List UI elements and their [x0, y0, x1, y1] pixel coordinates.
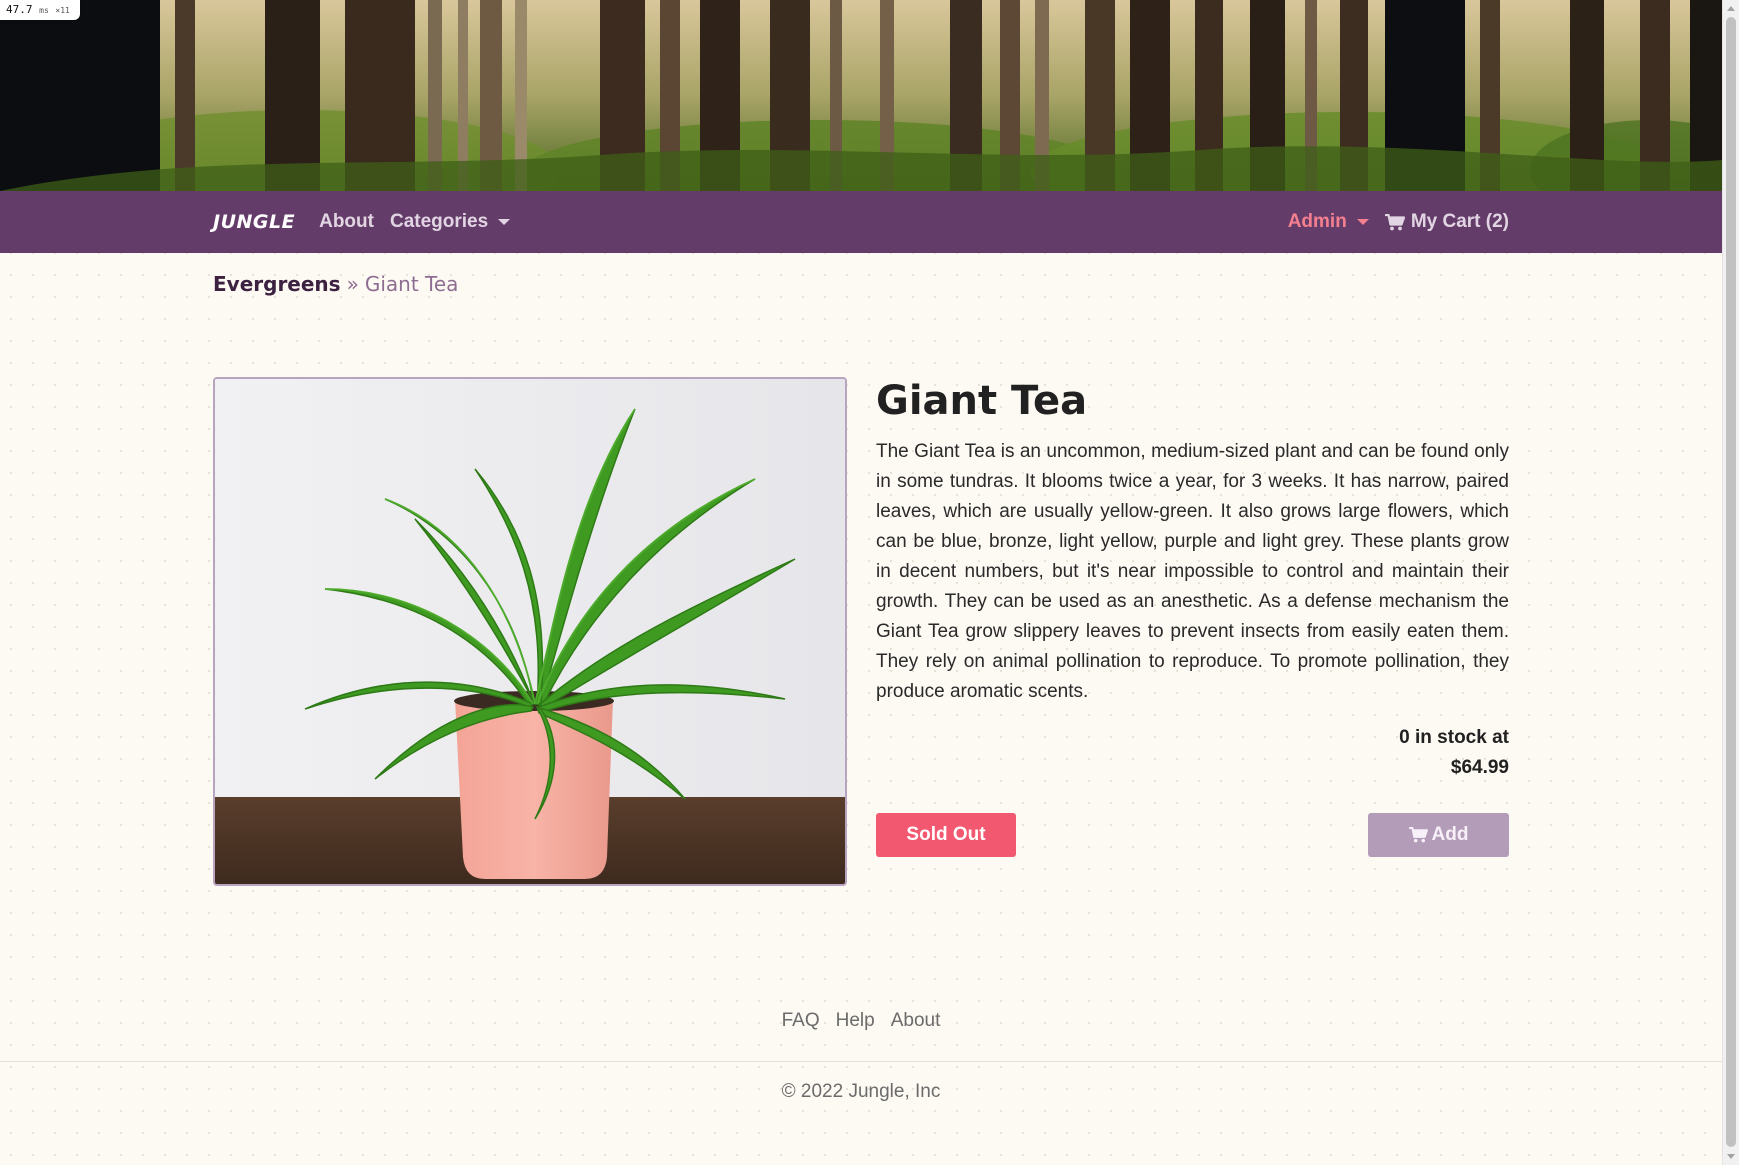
potted-fern-plant-image — [215, 379, 845, 884]
caret-down-icon — [1356, 219, 1369, 225]
nav-cart-label: My Cart (2) — [1410, 211, 1509, 232]
product-description: The Giant Tea is an uncommon, medium-siz… — [876, 441, 1509, 702]
add-label: Add — [1431, 824, 1469, 845]
footer-link-about[interactable]: About — [891, 1010, 941, 1032]
add-to-cart-button[interactable]: Add — [1368, 813, 1509, 857]
nav-admin-label: Admin — [1287, 211, 1347, 232]
breadcrumb-separator: » — [346, 272, 359, 296]
stock-and-price: 0 in stock at $64.99 — [876, 723, 1509, 783]
brand-logo[interactable]: JUNGLE — [213, 211, 295, 233]
nav-my-cart[interactable]: My Cart (2) — [1384, 211, 1509, 233]
product-image — [213, 377, 847, 886]
breadcrumb-category-link[interactable]: Evergreens — [213, 272, 341, 296]
perf-value: 47.7 — [6, 3, 33, 16]
product-title: Giant Tea — [876, 378, 1088, 424]
nav-about-label: About — [319, 211, 374, 232]
footer-divider — [0, 1061, 1722, 1062]
scroll-up-icon[interactable] — [1727, 6, 1735, 11]
nav-about[interactable]: About — [319, 211, 374, 233]
footer-link-help[interactable]: Help — [836, 1010, 875, 1032]
scrollbar-thumb[interactable] — [1726, 17, 1736, 1147]
product-details: Giant Tea The Giant Tea is an uncommon, … — [876, 377, 1509, 858]
footer-links: FAQ Help About — [0, 1010, 1722, 1032]
perf-unit: ms — [39, 6, 49, 15]
product-price: $64.99 — [1450, 757, 1509, 778]
stock-count: 0 in stock at — [1399, 727, 1509, 748]
performance-badge: 47.7 ms ×11 — [0, 0, 80, 20]
shopping-cart-icon — [1408, 827, 1428, 843]
copyright-text: © 2022 Jungle, Inc — [781, 1081, 941, 1102]
vertical-scrollbar[interactable] — [1722, 0, 1739, 1165]
sold-out-button[interactable]: Sold Out — [876, 813, 1016, 857]
product-actions: Sold Out Add — [876, 813, 1509, 858]
nav-categories-label: Categories — [389, 211, 489, 232]
footer-link-faq[interactable]: FAQ — [782, 1010, 820, 1032]
breadcrumb-current: Giant Tea — [364, 272, 459, 296]
breadcrumb: Evergreens » Giant Tea — [213, 272, 458, 296]
nav-admin-dropdown[interactable]: Admin — [1288, 211, 1369, 233]
sold-out-label: Sold Out — [906, 824, 986, 845]
hero-banner — [0, 0, 1722, 191]
main-navbar: JUNGLE About Categories Admin My Cart (2… — [0, 191, 1722, 253]
shopping-cart-icon — [1384, 213, 1405, 231]
scroll-down-icon[interactable] — [1727, 1154, 1735, 1159]
nav-categories-dropdown[interactable]: Categories — [389, 211, 511, 233]
perf-mult: ×11 — [55, 6, 70, 15]
forest-banner-image — [0, 0, 1722, 191]
caret-down-icon — [498, 219, 511, 225]
